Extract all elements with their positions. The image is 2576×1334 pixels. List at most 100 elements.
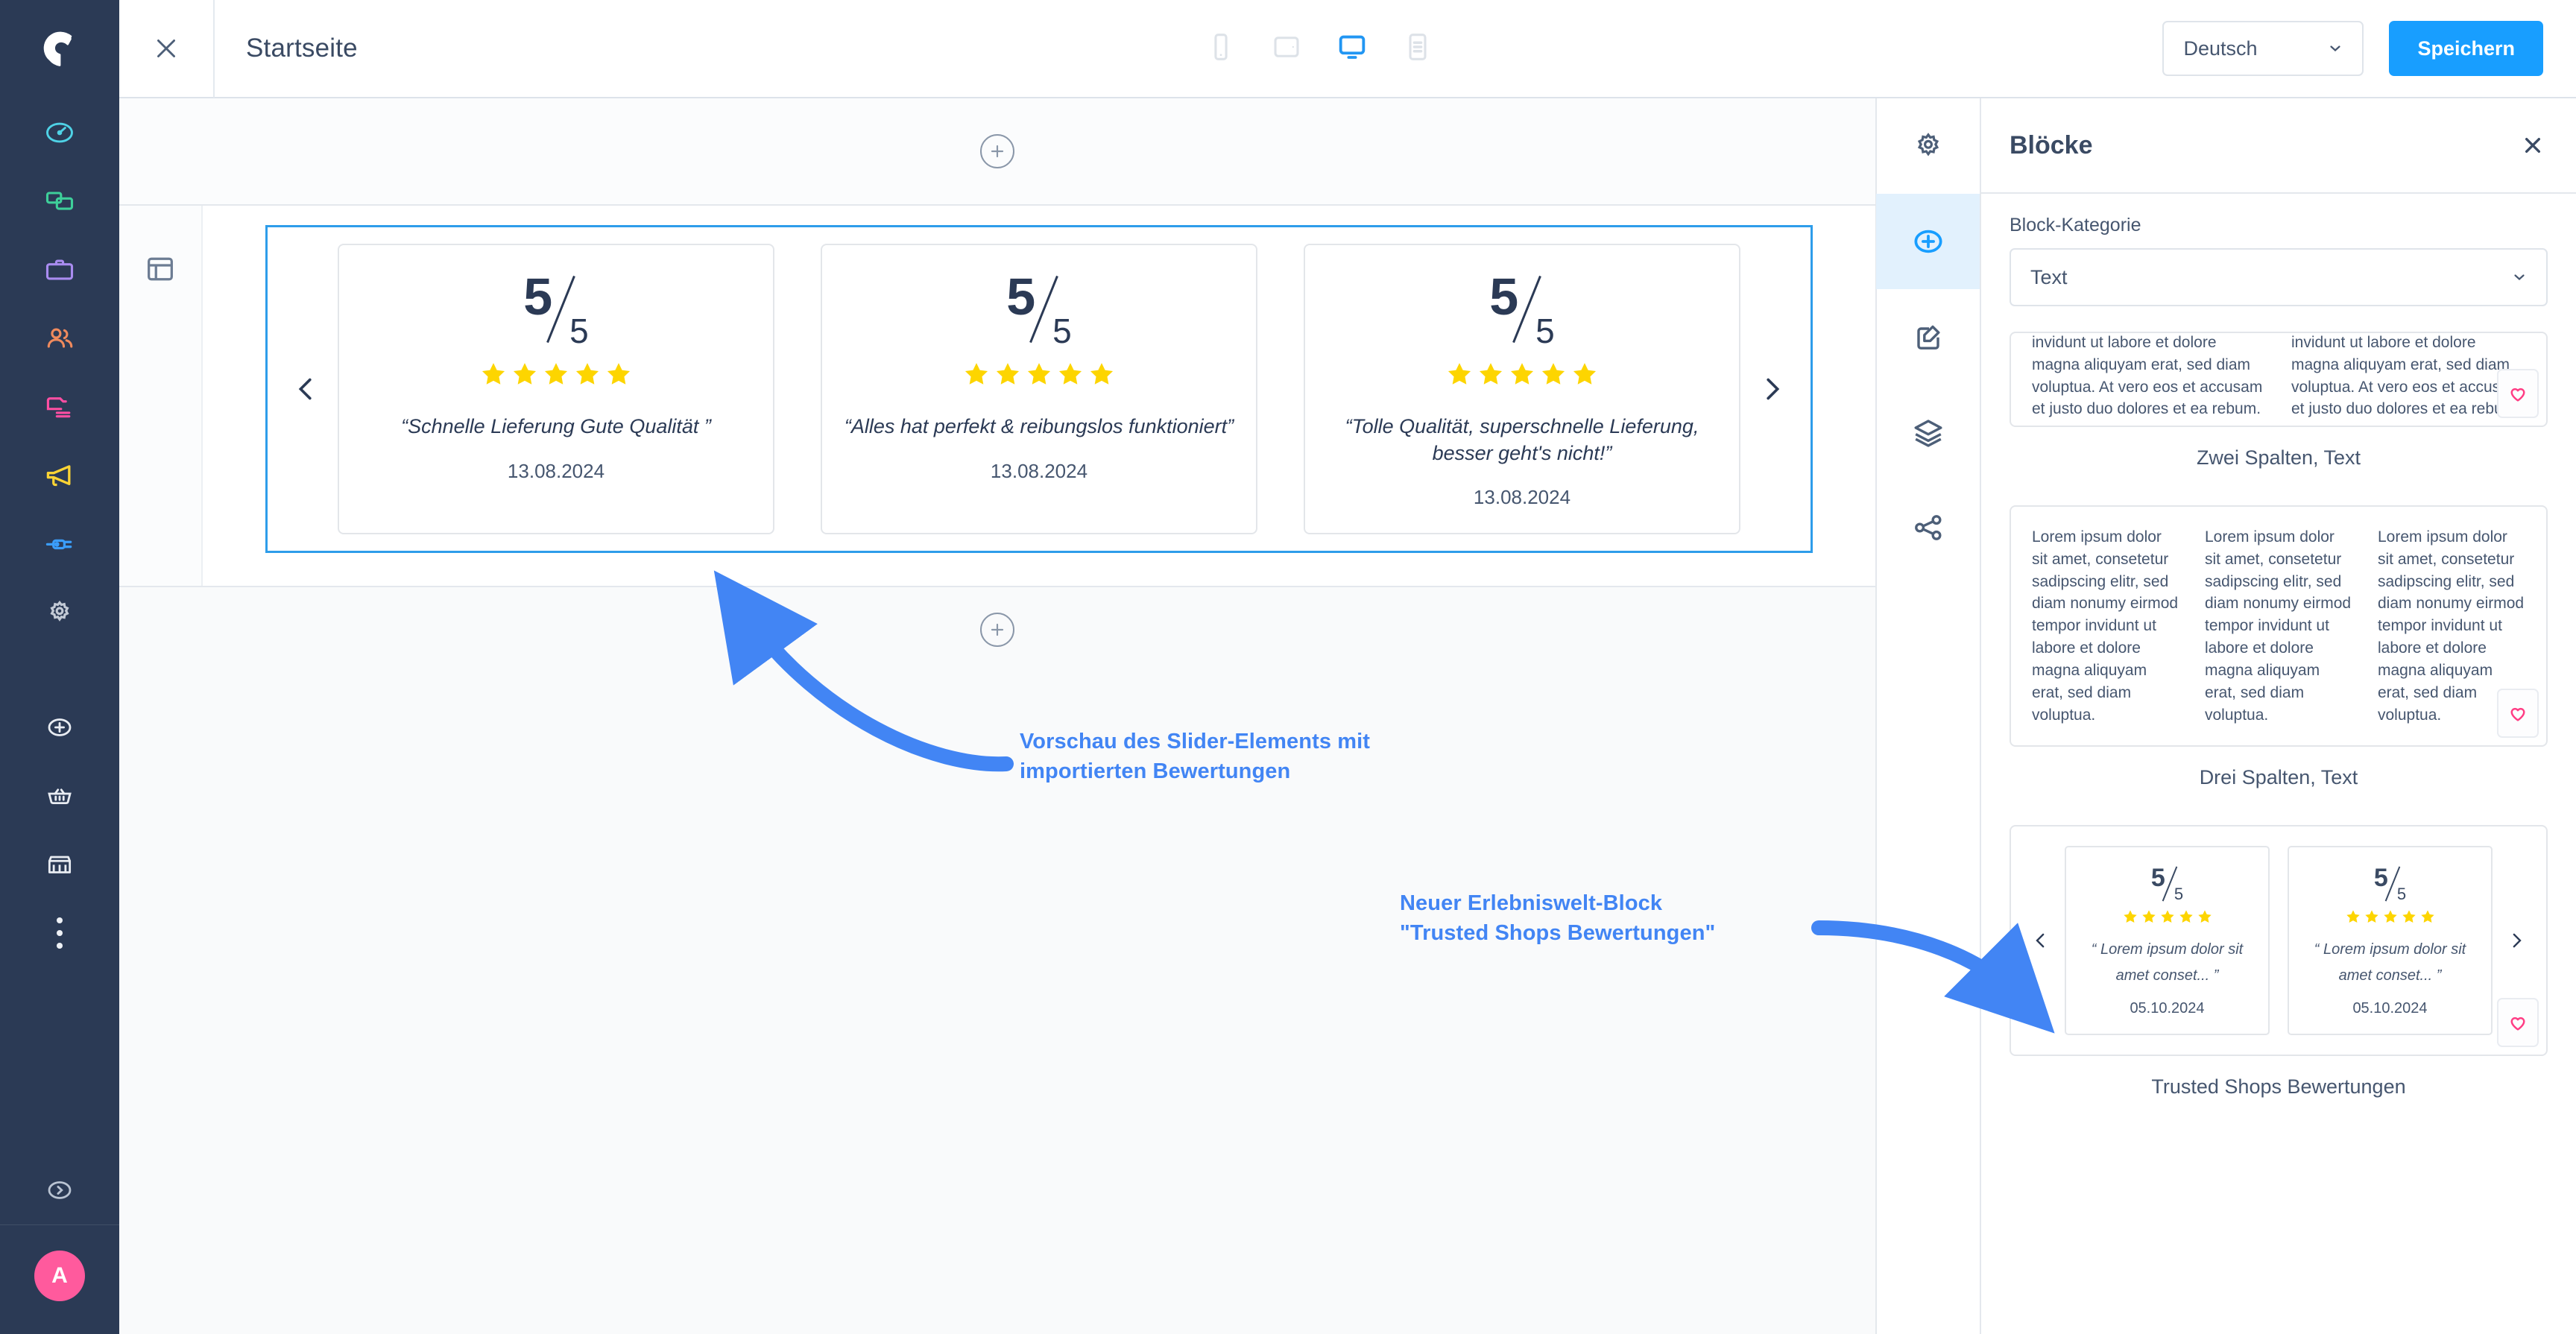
block-caption: Drei Spalten, Text xyxy=(2199,766,2358,789)
close-editor-button[interactable] xyxy=(119,0,215,98)
review-score: 5 5 xyxy=(1489,271,1555,348)
sidebar-item-orders[interactable] xyxy=(0,235,119,304)
main-column: Startseite Deutsch Speichern 5 5 “Schnel… xyxy=(119,0,2576,1334)
gear-icon xyxy=(50,600,69,622)
form-list-icon xyxy=(1409,33,1427,60)
sidebar-item-collapse[interactable] xyxy=(0,1156,119,1224)
sidebar-item-add[interactable] xyxy=(0,693,119,762)
blocks-panel-close-button[interactable] xyxy=(2518,130,2548,160)
block-trusted-shops-bewertungen[interactable]: 5 5 “ Lorem ipsum dolor sit amet conset.… xyxy=(2010,825,2548,1127)
sidebar-item-storefront[interactable] xyxy=(0,830,119,899)
megaphone-icon xyxy=(46,465,71,487)
block-category-select[interactable]: Text xyxy=(2010,248,2548,306)
section-settings[interactable] xyxy=(119,206,203,586)
topbar: Startseite Deutsch Speichern xyxy=(119,0,2576,98)
close-icon xyxy=(2525,138,2540,153)
slider-next-button[interactable] xyxy=(1740,372,1803,406)
preview-columns: Lorem ipsum dolor sit amet, consetetur s… xyxy=(2032,526,2525,726)
review-quote: “Schnelle Lieferung Gute Qualität ” xyxy=(401,415,711,437)
slider-prev-button[interactable] xyxy=(275,372,338,406)
preview-next-button[interactable] xyxy=(2500,929,2533,952)
star-icon xyxy=(2383,910,2397,923)
review-cards: 5 5 “Schnelle Lieferung Gute Qualität ” … xyxy=(338,244,1740,534)
cms-canvas: 5 5 “Schnelle Lieferung Gute Qualität ” … xyxy=(119,98,1875,1334)
star-icon xyxy=(575,363,599,385)
star-icon xyxy=(2141,910,2156,923)
block-category-label: Block-Kategorie xyxy=(2010,215,2141,235)
sidebar-item-basket[interactable] xyxy=(0,762,119,830)
score-max: 5 xyxy=(2174,885,2184,904)
block-drei-spalten-text[interactable]: Lorem ipsum dolor sit amet, consetetur s… xyxy=(2010,505,2548,818)
sidebar-item-content[interactable] xyxy=(0,373,119,441)
block-zwei-spalten-text[interactable]: invidunt ut labore et dolore magna aliqu… xyxy=(2010,332,2548,498)
preview-review-date: 05.10.2024 xyxy=(2352,1000,2428,1017)
device-desktop-button[interactable] xyxy=(1335,30,1369,68)
language-select[interactable]: Deutsch xyxy=(2162,21,2364,76)
favorite-button[interactable] xyxy=(2497,689,2539,739)
score-max: 5 xyxy=(569,312,589,350)
preview-columns: invidunt ut labore et dolore magna aliqu… xyxy=(2032,333,2525,420)
review-card[interactable]: 5 5 xyxy=(338,244,774,534)
chevron-left-icon xyxy=(2036,933,2045,948)
review-quote: “Alles hat perfekt & reibungslos funktio… xyxy=(844,415,1234,437)
favorite-button[interactable] xyxy=(2497,998,2539,1048)
star-icon xyxy=(2123,910,2137,923)
plus-circle-icon xyxy=(48,718,72,736)
rail-item-settings[interactable] xyxy=(1876,98,1980,194)
canvas-add-section-bottom[interactable] xyxy=(119,613,1875,647)
sidebar-item-dashboard[interactable] xyxy=(0,98,119,167)
sidebar-divider xyxy=(0,1224,119,1225)
rail-item-layers[interactable] xyxy=(1876,385,1980,480)
blocks-panel-body: Block-Kategorie Text invidunt ut labore … xyxy=(1981,194,2576,1334)
block-caption: Trusted Shops Bewertungen xyxy=(2151,1075,2406,1099)
rail-item-share[interactable] xyxy=(1876,480,1980,575)
star-icon xyxy=(2179,910,2193,923)
layers-icon xyxy=(1914,420,1942,447)
device-tablet-button[interactable] xyxy=(1269,30,1304,68)
preview-prev-button[interactable] xyxy=(2024,929,2057,952)
section-content: 5 5 “Schnelle Lieferung Gute Qualität ” … xyxy=(203,206,1875,586)
block-preview[interactable]: 5 5 “ Lorem ipsum dolor sit amet conset.… xyxy=(2010,825,2548,1057)
avatar[interactable]: A xyxy=(34,1251,85,1301)
sidebar-item-marketing[interactable] xyxy=(0,441,119,510)
star-rating xyxy=(962,360,1116,388)
sidebar-item-customers[interactable] xyxy=(0,304,119,373)
save-button[interactable]: Speichern xyxy=(2389,21,2543,76)
review-date: 13.08.2024 xyxy=(507,459,605,482)
device-mobile-button[interactable] xyxy=(1204,30,1238,68)
briefcase-icon xyxy=(45,259,74,280)
plus-circle-icon[interactable] xyxy=(980,134,1014,168)
star-rating xyxy=(479,360,633,388)
chevron-down-icon xyxy=(2330,45,2341,51)
annotation-line: Vorschau des Slider-Elements mit xyxy=(1020,730,1371,753)
device-form-button[interactable] xyxy=(1401,30,1435,68)
preview-column-text: Lorem ipsum dolor sit amet, consetetur s… xyxy=(2032,528,2179,724)
block-preview[interactable]: invidunt ut labore et dolore magna aliqu… xyxy=(2010,332,2548,427)
canvas-add-section-top[interactable] xyxy=(119,98,1875,206)
plug-icon xyxy=(45,539,72,550)
shopware-logo[interactable] xyxy=(0,0,119,98)
preview-review-cards: 5 5 “ Lorem ipsum dolor sit amet conset.… xyxy=(2065,846,2493,1036)
canvas-lower xyxy=(119,587,1875,1334)
favorite-button[interactable] xyxy=(2497,369,2539,418)
block-preview[interactable]: Lorem ipsum dolor sit amet, consetetur s… xyxy=(2010,505,2548,747)
heart-icon xyxy=(2510,1017,2525,1031)
sidebar-item-catalogues[interactable] xyxy=(0,167,119,235)
star-icon xyxy=(996,363,1020,385)
topbar-actions: Deutsch Speichern xyxy=(2162,21,2576,76)
star-icon xyxy=(607,363,631,385)
star-icon xyxy=(482,363,505,385)
three-dots-icon xyxy=(57,917,63,949)
trusted-shops-slider-element[interactable]: 5 5 “Schnelle Lieferung Gute Qualität ” … xyxy=(265,225,1813,553)
review-card[interactable]: 5 5 xyxy=(821,244,1257,534)
admin-sidebar: A xyxy=(0,0,119,1334)
rail-item-edit-content[interactable] xyxy=(1876,289,1980,385)
annotation-slider-preview: Vorschau des Slider-Elements mit importi… xyxy=(1020,727,1370,786)
review-date: 13.08.2024 xyxy=(990,459,1088,482)
review-card[interactable]: 5 5 xyxy=(1304,244,1740,534)
sidebar-item-more[interactable] xyxy=(0,899,119,967)
sidebar-item-settings[interactable] xyxy=(0,578,119,647)
rail-item-add-blocks[interactable] xyxy=(1876,194,1980,289)
sidebar-item-extensions[interactable] xyxy=(0,510,119,578)
plus-circle-icon[interactable] xyxy=(980,613,1014,647)
